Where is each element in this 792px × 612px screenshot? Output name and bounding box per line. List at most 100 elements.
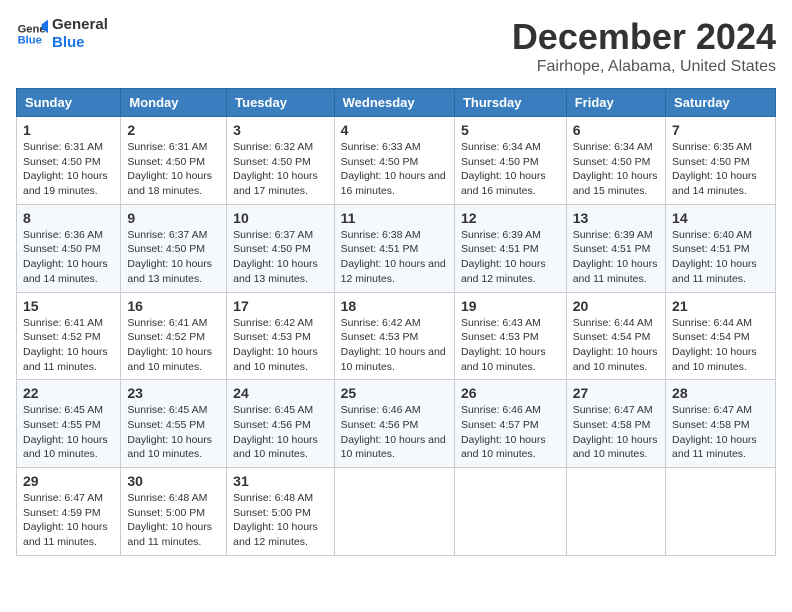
day-info: Sunrise: 6:45 AM Sunset: 4:55 PM Dayligh… bbox=[23, 403, 114, 462]
day-info: Sunrise: 6:47 AM Sunset: 4:59 PM Dayligh… bbox=[23, 491, 114, 550]
day-number: 30 bbox=[127, 473, 220, 489]
day-info: Sunrise: 6:34 AM Sunset: 4:50 PM Dayligh… bbox=[461, 140, 560, 199]
table-row: 6 Sunrise: 6:34 AM Sunset: 4:50 PM Dayli… bbox=[566, 117, 665, 205]
day-number: 18 bbox=[341, 298, 448, 314]
header-monday: Monday bbox=[121, 89, 227, 117]
day-info: Sunrise: 6:37 AM Sunset: 4:50 PM Dayligh… bbox=[233, 228, 327, 287]
day-number: 6 bbox=[573, 122, 659, 138]
table-row: 5 Sunrise: 6:34 AM Sunset: 4:50 PM Dayli… bbox=[454, 117, 566, 205]
table-row bbox=[334, 468, 454, 556]
header-thursday: Thursday bbox=[454, 89, 566, 117]
day-number: 5 bbox=[461, 122, 560, 138]
day-info: Sunrise: 6:48 AM Sunset: 5:00 PM Dayligh… bbox=[127, 491, 220, 550]
day-info: Sunrise: 6:38 AM Sunset: 4:51 PM Dayligh… bbox=[341, 228, 448, 287]
calendar-week-row: 15 Sunrise: 6:41 AM Sunset: 4:52 PM Dayl… bbox=[17, 292, 776, 380]
table-row: 28 Sunrise: 6:47 AM Sunset: 4:58 PM Dayl… bbox=[666, 380, 776, 468]
calendar-week-row: 22 Sunrise: 6:45 AM Sunset: 4:55 PM Dayl… bbox=[17, 380, 776, 468]
day-number: 23 bbox=[127, 385, 220, 401]
table-row: 15 Sunrise: 6:41 AM Sunset: 4:52 PM Dayl… bbox=[17, 292, 121, 380]
day-number: 26 bbox=[461, 385, 560, 401]
table-row: 24 Sunrise: 6:45 AM Sunset: 4:56 PM Dayl… bbox=[227, 380, 334, 468]
day-number: 8 bbox=[23, 210, 114, 226]
day-info: Sunrise: 6:48 AM Sunset: 5:00 PM Dayligh… bbox=[233, 491, 327, 550]
table-row: 7 Sunrise: 6:35 AM Sunset: 4:50 PM Dayli… bbox=[666, 117, 776, 205]
table-row: 3 Sunrise: 6:32 AM Sunset: 4:50 PM Dayli… bbox=[227, 117, 334, 205]
day-number: 1 bbox=[23, 122, 114, 138]
svg-text:Blue: Blue bbox=[18, 35, 42, 47]
table-row: 16 Sunrise: 6:41 AM Sunset: 4:52 PM Dayl… bbox=[121, 292, 227, 380]
day-number: 17 bbox=[233, 298, 327, 314]
logo-general: General bbox=[52, 16, 108, 34]
day-info: Sunrise: 6:47 AM Sunset: 4:58 PM Dayligh… bbox=[672, 403, 769, 462]
day-number: 25 bbox=[341, 385, 448, 401]
day-number: 22 bbox=[23, 385, 114, 401]
day-number: 9 bbox=[127, 210, 220, 226]
table-row: 19 Sunrise: 6:43 AM Sunset: 4:53 PM Dayl… bbox=[454, 292, 566, 380]
day-info: Sunrise: 6:44 AM Sunset: 4:54 PM Dayligh… bbox=[573, 316, 659, 375]
day-info: Sunrise: 6:41 AM Sunset: 4:52 PM Dayligh… bbox=[23, 316, 114, 375]
day-number: 12 bbox=[461, 210, 560, 226]
day-info: Sunrise: 6:42 AM Sunset: 4:53 PM Dayligh… bbox=[233, 316, 327, 375]
day-info: Sunrise: 6:32 AM Sunset: 4:50 PM Dayligh… bbox=[233, 140, 327, 199]
header-wednesday: Wednesday bbox=[334, 89, 454, 117]
day-number: 13 bbox=[573, 210, 659, 226]
day-number: 3 bbox=[233, 122, 327, 138]
table-row: 8 Sunrise: 6:36 AM Sunset: 4:50 PM Dayli… bbox=[17, 204, 121, 292]
calendar-week-row: 8 Sunrise: 6:36 AM Sunset: 4:50 PM Dayli… bbox=[17, 204, 776, 292]
calendar-table: Sunday Monday Tuesday Wednesday Thursday… bbox=[16, 88, 776, 556]
day-number: 14 bbox=[672, 210, 769, 226]
header-friday: Friday bbox=[566, 89, 665, 117]
calendar-week-row: 29 Sunrise: 6:47 AM Sunset: 4:59 PM Dayl… bbox=[17, 468, 776, 556]
day-info: Sunrise: 6:36 AM Sunset: 4:50 PM Dayligh… bbox=[23, 228, 114, 287]
page-subtitle: Fairhope, Alabama, United States bbox=[512, 58, 776, 76]
table-row bbox=[666, 468, 776, 556]
day-info: Sunrise: 6:35 AM Sunset: 4:50 PM Dayligh… bbox=[672, 140, 769, 199]
header: General Blue General Blue December 2024 … bbox=[16, 16, 776, 76]
table-row: 14 Sunrise: 6:40 AM Sunset: 4:51 PM Dayl… bbox=[666, 204, 776, 292]
day-info: Sunrise: 6:31 AM Sunset: 4:50 PM Dayligh… bbox=[127, 140, 220, 199]
day-info: Sunrise: 6:42 AM Sunset: 4:53 PM Dayligh… bbox=[341, 316, 448, 375]
table-row: 10 Sunrise: 6:37 AM Sunset: 4:50 PM Dayl… bbox=[227, 204, 334, 292]
day-number: 11 bbox=[341, 210, 448, 226]
logo: General Blue General Blue bbox=[16, 16, 108, 52]
table-row: 17 Sunrise: 6:42 AM Sunset: 4:53 PM Dayl… bbox=[227, 292, 334, 380]
table-row: 22 Sunrise: 6:45 AM Sunset: 4:55 PM Dayl… bbox=[17, 380, 121, 468]
day-info: Sunrise: 6:39 AM Sunset: 4:51 PM Dayligh… bbox=[573, 228, 659, 287]
table-row: 21 Sunrise: 6:44 AM Sunset: 4:54 PM Dayl… bbox=[666, 292, 776, 380]
day-number: 4 bbox=[341, 122, 448, 138]
day-info: Sunrise: 6:44 AM Sunset: 4:54 PM Dayligh… bbox=[672, 316, 769, 375]
table-row: 4 Sunrise: 6:33 AM Sunset: 4:50 PM Dayli… bbox=[334, 117, 454, 205]
header-saturday: Saturday bbox=[666, 89, 776, 117]
table-row bbox=[454, 468, 566, 556]
table-row: 9 Sunrise: 6:37 AM Sunset: 4:50 PM Dayli… bbox=[121, 204, 227, 292]
table-row: 29 Sunrise: 6:47 AM Sunset: 4:59 PM Dayl… bbox=[17, 468, 121, 556]
day-info: Sunrise: 6:46 AM Sunset: 4:57 PM Dayligh… bbox=[461, 403, 560, 462]
table-row: 11 Sunrise: 6:38 AM Sunset: 4:51 PM Dayl… bbox=[334, 204, 454, 292]
table-row: 12 Sunrise: 6:39 AM Sunset: 4:51 PM Dayl… bbox=[454, 204, 566, 292]
table-row: 18 Sunrise: 6:42 AM Sunset: 4:53 PM Dayl… bbox=[334, 292, 454, 380]
day-number: 15 bbox=[23, 298, 114, 314]
table-row: 30 Sunrise: 6:48 AM Sunset: 5:00 PM Dayl… bbox=[121, 468, 227, 556]
day-info: Sunrise: 6:43 AM Sunset: 4:53 PM Dayligh… bbox=[461, 316, 560, 375]
table-row bbox=[566, 468, 665, 556]
table-row: 1 Sunrise: 6:31 AM Sunset: 4:50 PM Dayli… bbox=[17, 117, 121, 205]
day-number: 20 bbox=[573, 298, 659, 314]
table-row: 27 Sunrise: 6:47 AM Sunset: 4:58 PM Dayl… bbox=[566, 380, 665, 468]
day-number: 31 bbox=[233, 473, 327, 489]
calendar-header-row: Sunday Monday Tuesday Wednesday Thursday… bbox=[17, 89, 776, 117]
day-info: Sunrise: 6:39 AM Sunset: 4:51 PM Dayligh… bbox=[461, 228, 560, 287]
day-info: Sunrise: 6:37 AM Sunset: 4:50 PM Dayligh… bbox=[127, 228, 220, 287]
day-number: 21 bbox=[672, 298, 769, 314]
logo-blue: Blue bbox=[52, 34, 108, 52]
table-row: 13 Sunrise: 6:39 AM Sunset: 4:51 PM Dayl… bbox=[566, 204, 665, 292]
day-info: Sunrise: 6:45 AM Sunset: 4:55 PM Dayligh… bbox=[127, 403, 220, 462]
day-number: 19 bbox=[461, 298, 560, 314]
table-row: 23 Sunrise: 6:45 AM Sunset: 4:55 PM Dayl… bbox=[121, 380, 227, 468]
day-number: 7 bbox=[672, 122, 769, 138]
calendar-week-row: 1 Sunrise: 6:31 AM Sunset: 4:50 PM Dayli… bbox=[17, 117, 776, 205]
day-info: Sunrise: 6:33 AM Sunset: 4:50 PM Dayligh… bbox=[341, 140, 448, 199]
table-row: 2 Sunrise: 6:31 AM Sunset: 4:50 PM Dayli… bbox=[121, 117, 227, 205]
title-area: December 2024 Fairhope, Alabama, United … bbox=[512, 16, 776, 76]
day-number: 24 bbox=[233, 385, 327, 401]
table-row: 20 Sunrise: 6:44 AM Sunset: 4:54 PM Dayl… bbox=[566, 292, 665, 380]
